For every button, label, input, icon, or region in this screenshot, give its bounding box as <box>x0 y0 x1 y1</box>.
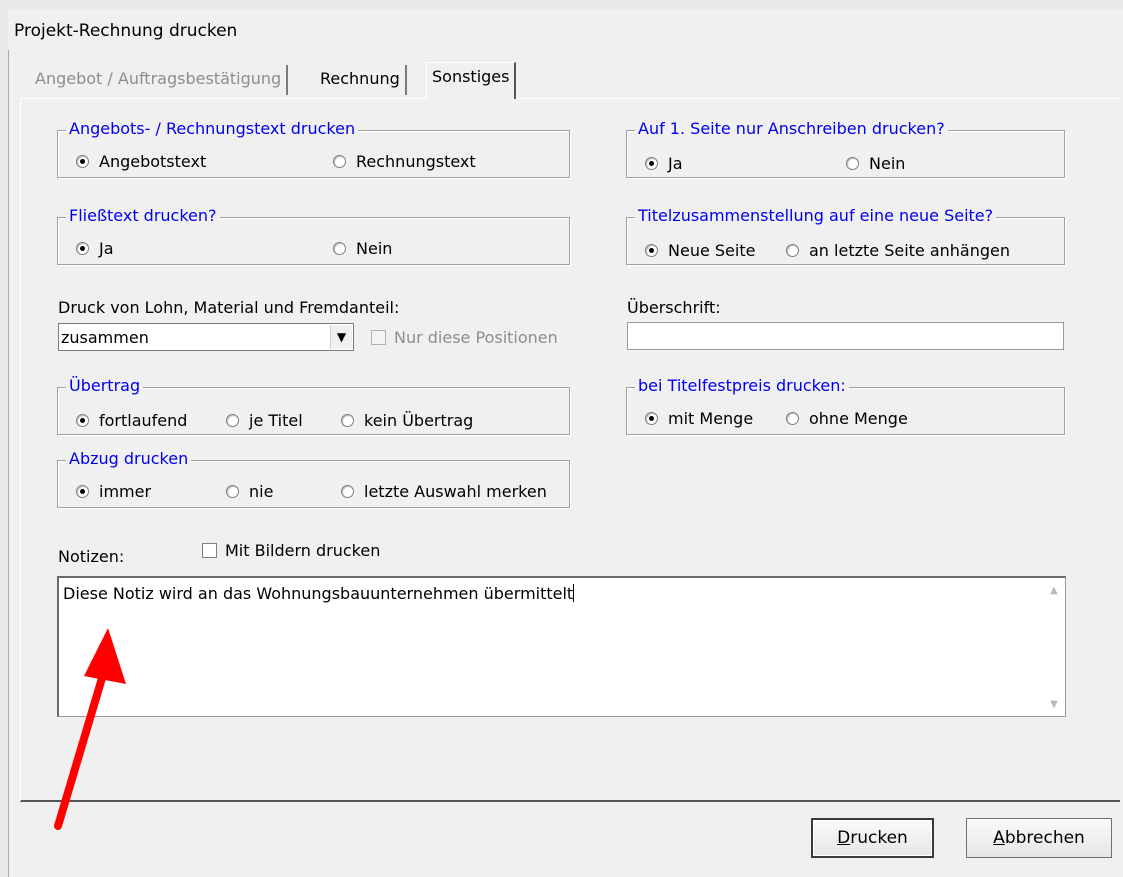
window-title: Projekt-Rechnung drucken <box>14 21 238 41</box>
group-fixed-price-legend: bei Titelfestpreis drucken: <box>635 376 849 395</box>
radio-label: ohne Menge <box>809 409 908 428</box>
group-flowtext-legend: Fließtext drucken? <box>66 206 220 225</box>
group-flowtext: Fließtext drucken? <box>57 206 570 265</box>
radio-label: Angebotstext <box>99 152 207 171</box>
group-first-page-legend: Auf 1. Seite nur Anschreiben drucken? <box>635 119 948 138</box>
radio-indicator <box>226 414 239 427</box>
radio-indicator <box>333 242 346 255</box>
group-carryover-legend: Übertrag <box>66 376 144 395</box>
radio-label: Neue Seite <box>668 241 756 260</box>
heading-label: Überschrift: <box>627 298 721 317</box>
radio-flowtext-nein[interactable]: Nein <box>333 239 392 258</box>
group-title-summary-legend: Titelzusammenstellung auf eine neue Seit… <box>635 206 997 225</box>
radio-indicator-checked <box>645 412 658 425</box>
radio-immer[interactable]: immer <box>76 482 151 501</box>
radio-indicator-checked <box>76 155 89 168</box>
notes-scrollbar[interactable]: ▲ ▼ <box>1043 578 1065 716</box>
group-deduction-legend: Abzug drucken <box>66 449 192 468</box>
with-images-checkbox[interactable]: Mit Bildern drucken <box>202 541 380 560</box>
radio-nie[interactable]: nie <box>226 482 273 501</box>
radio-label: fortlaufend <box>99 411 188 430</box>
radio-label: je Titel <box>249 411 303 430</box>
radio-label: Ja <box>668 154 683 173</box>
radio-label: Rechnungstext <box>356 152 476 171</box>
radio-label: nie <box>249 482 274 501</box>
radio-label: Nein <box>356 239 393 258</box>
radio-label: kein Übertrag <box>364 411 474 430</box>
radio-label: an letzte Seite anhängen <box>809 241 1011 260</box>
radio-indicator-checked <box>645 157 658 170</box>
radio-indicator <box>341 485 354 498</box>
heading-input[interactable] <box>627 322 1064 350</box>
only-positions-checkbox[interactable]: Nur diese Positionen <box>371 328 558 347</box>
radio-indicator-checked <box>76 242 89 255</box>
scroll-up-icon[interactable]: ▲ <box>1043 580 1065 600</box>
radio-neue-seite[interactable]: Neue Seite <box>645 241 755 260</box>
checkbox-box <box>202 543 217 558</box>
radio-angebotstext[interactable]: Angebotstext <box>76 152 206 171</box>
checkbox-box <box>371 330 386 345</box>
radio-flowtext-ja[interactable]: Ja <box>76 239 114 258</box>
notes-textarea[interactable]: Diese Notiz wird an das Wohnungsbauunter… <box>57 576 1066 717</box>
print-mode-select[interactable]: zusammen ▼ <box>58 323 354 351</box>
radio-letzte-seite[interactable]: an letzte Seite anhängen <box>786 241 1010 260</box>
radio-label: immer <box>99 482 152 501</box>
radio-indicator <box>786 244 799 257</box>
radio-indicator <box>846 157 859 170</box>
notes-label: Notizen: <box>58 547 125 566</box>
radio-indicator <box>786 412 799 425</box>
radio-indicator-checked <box>76 485 89 498</box>
chevron-down-icon[interactable]: ▼ <box>330 325 352 349</box>
title-bar: Projekt-Rechnung drucken <box>8 10 1123 50</box>
radio-kein-uebertrag[interactable]: kein Übertrag <box>341 411 473 430</box>
print-button-label: Drucken <box>837 828 908 848</box>
print-mode-value: zusammen <box>61 328 149 347</box>
tab-rechnung[interactable]: Rechnung <box>315 65 407 95</box>
radio-label: letzte Auswahl merken <box>364 482 547 501</box>
radio-fortlaufend[interactable]: fortlaufend <box>76 411 187 430</box>
radio-ohne-menge[interactable]: ohne Menge <box>786 409 908 428</box>
scroll-down-icon[interactable]: ▼ <box>1043 694 1065 714</box>
print-button[interactable]: Drucken <box>811 818 934 858</box>
radio-indicator <box>226 485 239 498</box>
radio-label: Nein <box>869 154 906 173</box>
radio-letzte-auswahl[interactable]: letzte Auswahl merken <box>341 482 547 501</box>
group-text-print-legend: Angebots- / Rechnungstext drucken <box>66 119 359 138</box>
text-caret <box>573 584 575 602</box>
radio-first-page-ja[interactable]: Ja <box>645 154 683 173</box>
tab-angebot[interactable]: Angebot / Auftragsbestätigung <box>30 65 289 95</box>
radio-label: Ja <box>99 239 114 258</box>
radio-indicator <box>333 155 346 168</box>
checkbox-label: Mit Bildern drucken <box>225 541 381 560</box>
tab-sonstiges[interactable]: Sonstiges <box>426 62 517 99</box>
radio-indicator-checked <box>76 414 89 427</box>
cancel-button-label: Abbrechen <box>993 828 1085 848</box>
radio-je-titel[interactable]: je Titel <box>226 411 303 430</box>
notes-text: Diese Notiz wird an das Wohnungsbauunter… <box>63 584 574 603</box>
print-mode-label: Druck von Lohn, Material und Fremdanteil… <box>58 298 400 317</box>
tab-strip: Angebot / Auftragsbestätigung Rechnung S… <box>22 62 1122 99</box>
radio-rechnungstext[interactable]: Rechnungstext <box>333 152 476 171</box>
radio-mit-menge[interactable]: mit Menge <box>645 409 753 428</box>
radio-first-page-nein[interactable]: Nein <box>846 154 905 173</box>
radio-indicator-checked <box>645 244 658 257</box>
notes-text-line: Diese Notiz wird an das Wohnungsbauunter… <box>63 584 575 603</box>
checkbox-label: Nur diese Positionen <box>394 328 558 347</box>
radio-label: mit Menge <box>668 409 754 428</box>
cancel-button[interactable]: Abbrechen <box>966 818 1112 858</box>
radio-indicator <box>341 414 354 427</box>
